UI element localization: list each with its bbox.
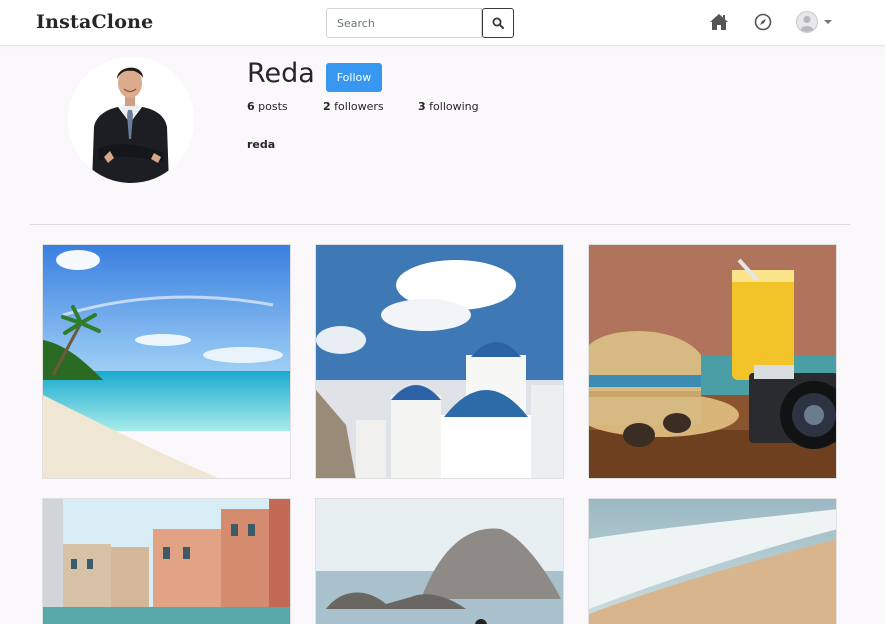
post-image xyxy=(316,499,563,624)
post-venice-canal[interactable] xyxy=(42,498,291,624)
profile-dropdown[interactable] xyxy=(796,10,840,34)
home-button[interactable] xyxy=(709,12,729,32)
stat-followers[interactable]: 2 followers xyxy=(323,100,384,113)
search-icon xyxy=(492,17,504,29)
profile-divider xyxy=(30,224,850,225)
top-navbar: InstaClone xyxy=(0,0,885,46)
posts-label: posts xyxy=(258,100,288,113)
compass-icon xyxy=(754,13,772,31)
stat-following[interactable]: 3 following xyxy=(418,100,479,113)
post-straw-hat-camera-juice[interactable] xyxy=(588,244,837,479)
bio-full-name: reda xyxy=(247,138,276,151)
explore-button[interactable] xyxy=(753,12,773,32)
post-image xyxy=(589,499,836,624)
brand-logo[interactable]: InstaClone xyxy=(36,11,153,33)
search-input[interactable] xyxy=(326,8,482,38)
post-image xyxy=(589,245,836,478)
posts-count: 6 xyxy=(247,100,255,113)
post-santorini-domes[interactable] xyxy=(315,244,564,479)
post-image xyxy=(43,499,290,624)
follow-button[interactable]: Follow xyxy=(326,63,382,92)
profile-username: Reda xyxy=(247,58,315,89)
post-sandy-beach-wave[interactable] xyxy=(588,498,837,624)
following-count: 3 xyxy=(418,100,426,113)
caret-down-icon xyxy=(824,20,832,24)
post-tropical-beach[interactable] xyxy=(42,244,291,479)
profile-photo xyxy=(68,57,194,183)
home-icon xyxy=(710,14,728,30)
post-image xyxy=(316,245,563,478)
stat-posts[interactable]: 6 posts xyxy=(247,100,288,113)
following-label: following xyxy=(429,100,479,113)
followers-label: followers xyxy=(334,100,384,113)
search-button[interactable] xyxy=(482,8,514,38)
post-rocky-island-sea[interactable] xyxy=(315,498,564,624)
profile-avatar xyxy=(68,57,194,183)
followers-count: 2 xyxy=(323,100,331,113)
post-image xyxy=(43,245,290,478)
user-avatar-icon xyxy=(796,11,818,33)
